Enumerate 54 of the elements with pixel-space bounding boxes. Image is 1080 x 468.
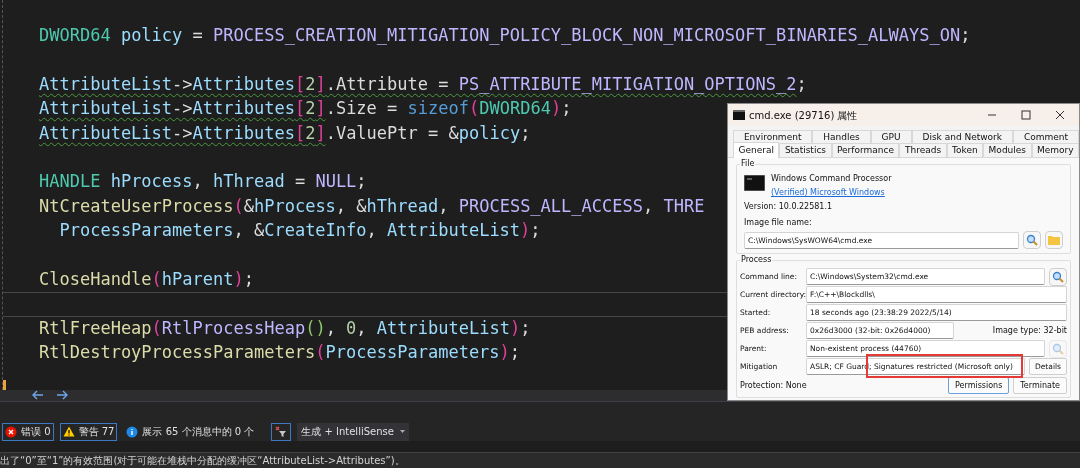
magnifier-icon: [1026, 234, 1038, 246]
code-line: RtlFreeHeap(RtlProcessHeap(), 0, AttributeList);: [39, 318, 531, 339]
forward-arrow-icon[interactable]: [56, 390, 68, 401]
tab[interactable]: Handles: [812, 130, 871, 143]
back-arrow-icon[interactable]: [32, 390, 44, 401]
group-heading: Process: [740, 255, 773, 265]
search-button[interactable]: [1049, 267, 1067, 286]
tab[interactable]: Memory: [1031, 143, 1080, 157]
tab[interactable]: Threads: [899, 143, 947, 157]
file-description: Windows Command Processor: [771, 173, 892, 185]
code-line: CloseHandle(hParent);: [39, 269, 254, 290]
error-icon: [5, 425, 17, 438]
code-line: NtCreateUserProcess(&hProcess, &hThread, PROCESS_ALL_ACCESS, THRE: [39, 196, 705, 217]
tab[interactable]: Performance: [831, 143, 900, 157]
warnings-toggle[interactable]: 警告 77: [59, 422, 118, 441]
tab[interactable]: Statistics: [779, 143, 832, 157]
field-label: Image file name:: [744, 217, 813, 229]
search-button[interactable]: [1023, 231, 1041, 249]
code-line: DWORD64 policy = PROCESS_CREATION_MITIGATION_POLICY_BLOCK_NON_MICROSOFT_BINARIES_ALWAYS_ON;: [39, 26, 971, 46]
folder-icon: [1048, 235, 1060, 245]
filter-button[interactable]: [271, 422, 292, 441]
magnifier-icon: [1052, 270, 1064, 283]
code-line: AttributeList->Attributes[2].ValuePtr = &policy;: [39, 123, 531, 144]
console-icon: [744, 175, 765, 191]
code-line: AttributeList->Attributes[2].Attribute = PS_ATTRIBUTE_MITIGATION_OPTIONS_2;: [39, 74, 807, 95]
info-icon: [126, 425, 139, 438]
errors-toggle[interactable]: 错误 0: [2, 422, 54, 441]
status-message: 出了“0”至“1”的有效范围(对于可能在堆栈中分配的缓冲区“AttributeList->Attributes”)。: [0, 454, 405, 468]
messages-toggle[interactable]: 展示 65 个消息中的 0 个: [123, 422, 258, 441]
code-line: RtlDestroyProcessParameters(ProcessParameters);: [39, 343, 521, 364]
tab[interactable]: Modules: [983, 143, 1032, 157]
code-line: HANDLE hProcess, hThread = NULL;: [39, 172, 367, 193]
group-heading: File: [740, 159, 756, 169]
tab[interactable]: Environment: [733, 130, 813, 143]
magnifier-icon: [1052, 342, 1064, 355]
version-text: Version: 10.0.22581.1: [744, 201, 834, 213]
console-icon: [733, 110, 745, 120]
verified-link[interactable]: (Verified) Microsoft Windows: [771, 187, 892, 199]
tab[interactable]: General: [733, 142, 780, 158]
tab[interactable]: Token: [946, 143, 984, 157]
filter-icon: [275, 425, 288, 438]
maximize-icon[interactable]: [1021, 110, 1031, 120]
action-button[interactable]: Terminate: [1013, 377, 1067, 394]
tab[interactable]: Comment: [1013, 130, 1079, 143]
window-title: cmd.exe (29716) 属性: [749, 108, 858, 123]
code-line: ProcessParameters, &CreateInfo, AttributeList);: [58, 221, 541, 242]
code-line: AttributeList->Attributes[2].Size = sizeof(DWORD64);: [39, 99, 572, 120]
caret-icon: [400, 430, 406, 434]
protection-text: Protection: None: [740, 379, 808, 392]
image-type-text: Image type: 32-bit: [992, 324, 1067, 337]
close-icon[interactable]: [1055, 110, 1065, 120]
tab[interactable]: Disk and Network: [911, 130, 1013, 143]
tab[interactable]: GPU: [870, 130, 912, 143]
warning-icon: [62, 426, 75, 438]
